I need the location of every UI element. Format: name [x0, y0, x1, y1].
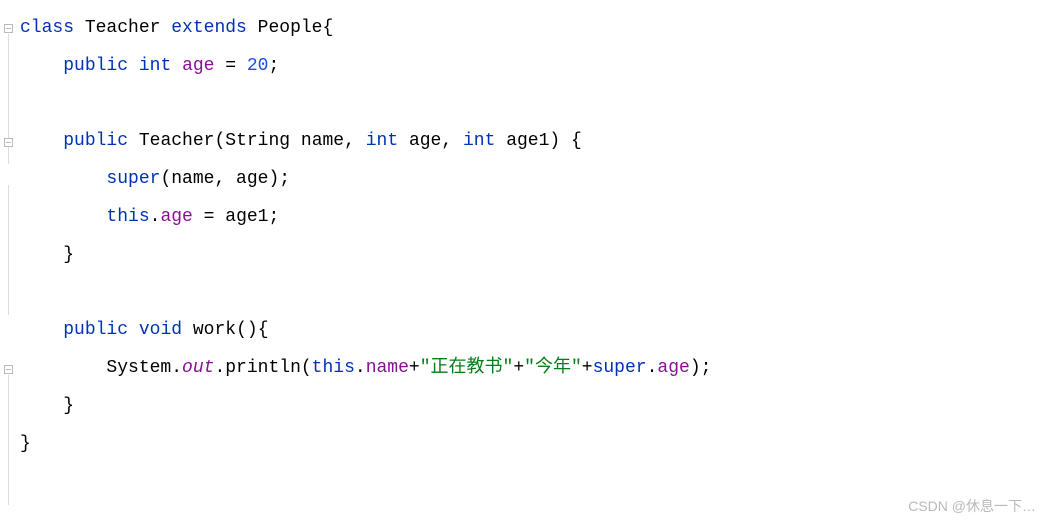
- dot: .: [647, 358, 658, 378]
- fold-line: [8, 375, 9, 505]
- field-name: age: [160, 207, 192, 227]
- code-line: public Teacher(String name, int age, int…: [20, 123, 1048, 161]
- param: name: [301, 131, 344, 151]
- space: [495, 131, 506, 151]
- constructor-name: Teacher: [139, 131, 215, 151]
- indent: [20, 358, 106, 378]
- assignment: = age1;: [193, 207, 279, 227]
- brace-close: }: [63, 396, 74, 416]
- system-class: System.: [106, 358, 182, 378]
- println-call: .println(: [214, 358, 311, 378]
- indent: [20, 169, 106, 189]
- brace: {: [322, 18, 333, 38]
- number-literal: 20: [247, 56, 269, 76]
- brace-close: }: [63, 245, 74, 265]
- comma: ,: [441, 131, 463, 151]
- code-line: this.age = age1;: [20, 199, 1048, 237]
- equals: =: [214, 56, 246, 76]
- keyword-int: int: [139, 56, 171, 76]
- indent: [20, 320, 63, 340]
- code-line: }: [20, 426, 1048, 464]
- space: [182, 320, 193, 340]
- parent-class: People: [247, 18, 323, 38]
- keyword-public: public: [63, 320, 128, 340]
- class-name: Teacher: [74, 18, 171, 38]
- string-literal: "今年": [524, 358, 582, 378]
- plus: +: [582, 358, 593, 378]
- keyword-super: super: [106, 169, 160, 189]
- indent: [20, 245, 63, 265]
- watermark: CSDN @休息一下…: [908, 492, 1036, 521]
- keyword-public: public: [63, 131, 128, 151]
- dot: .: [150, 207, 161, 227]
- fold-marker-icon: [4, 365, 13, 374]
- end-call: );: [690, 358, 712, 378]
- fold-line: [8, 185, 9, 315]
- type-string: String: [225, 131, 301, 151]
- indent: [20, 131, 63, 151]
- plus: +: [409, 358, 420, 378]
- space: [398, 131, 409, 151]
- code-line: public void work(){: [20, 312, 1048, 350]
- space: [171, 56, 182, 76]
- keyword-class: class: [20, 18, 74, 38]
- field-name: age: [657, 358, 689, 378]
- code-line: }: [20, 388, 1048, 426]
- space: [128, 131, 139, 151]
- param: age: [409, 131, 441, 151]
- code-block: class Teacher extends People{ public int…: [0, 10, 1048, 464]
- code-line-blank: [20, 86, 1048, 124]
- keyword-int: int: [463, 131, 495, 151]
- code-line: }: [20, 237, 1048, 275]
- fold-marker-icon: [4, 24, 13, 33]
- dot: .: [355, 358, 366, 378]
- string-literal: "正在教书": [420, 358, 514, 378]
- semicolon: ;: [268, 56, 279, 76]
- code-line: super(name, age);: [20, 161, 1048, 199]
- indent: [20, 56, 63, 76]
- code-line: public int age = 20;: [20, 48, 1048, 86]
- call: (name, age);: [160, 169, 290, 189]
- fold-marker-icon: [4, 138, 13, 147]
- code-line-blank: [20, 275, 1048, 313]
- keyword-this: this: [312, 358, 355, 378]
- code-line: class Teacher extends People{: [20, 10, 1048, 48]
- gutter: [0, 10, 14, 464]
- keyword-public: public: [63, 56, 128, 76]
- keyword-int: int: [366, 131, 398, 151]
- indent: [20, 396, 63, 416]
- field-name: name: [366, 358, 409, 378]
- keyword-super: super: [593, 358, 647, 378]
- brace-close: }: [20, 434, 31, 454]
- paren-open: (: [214, 131, 225, 151]
- indent: [20, 207, 106, 227]
- method-name: work: [193, 320, 236, 340]
- space: [128, 320, 139, 340]
- field-name: age: [182, 56, 214, 76]
- keyword-extends: extends: [171, 18, 247, 38]
- field-out: out: [182, 358, 214, 378]
- plus: +: [513, 358, 524, 378]
- keyword-this: this: [106, 207, 149, 227]
- param: age1: [506, 131, 549, 151]
- keyword-void: void: [139, 320, 182, 340]
- paren-close-brace: ) {: [549, 131, 581, 151]
- space: [128, 56, 139, 76]
- method-parens: (){: [236, 320, 268, 340]
- comma: ,: [344, 131, 366, 151]
- code-line: System.out.println(this.name+"正在教书"+"今年"…: [20, 350, 1048, 388]
